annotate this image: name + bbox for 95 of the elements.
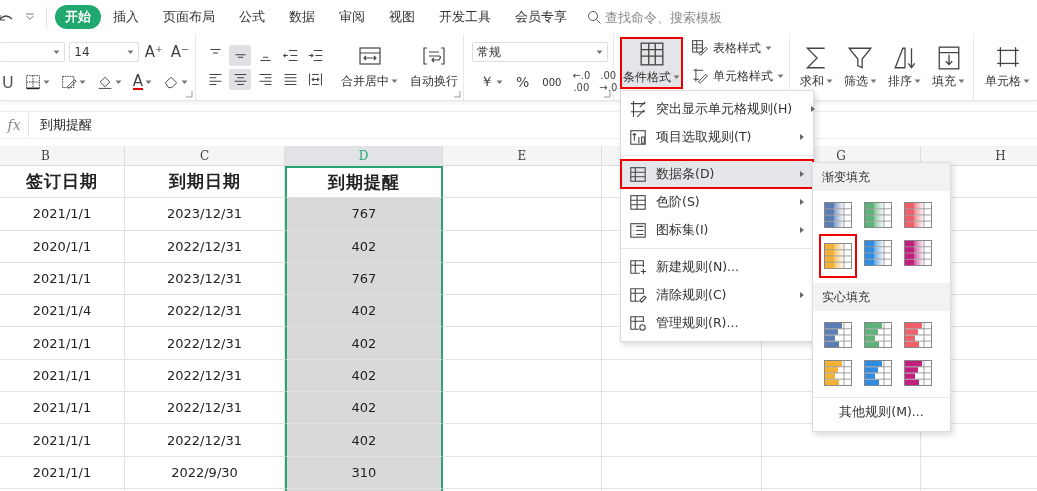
top-ten-icon (629, 128, 647, 146)
table-cell: 2021/1/1 (0, 327, 125, 360)
table-cell: 767 (285, 198, 443, 231)
table-cell: 2021/1/1 (0, 198, 125, 231)
decrease-decimal-button[interactable]: .00 →.0 (599, 71, 618, 93)
thousands-button[interactable]: 000 (540, 74, 564, 90)
table-cell: 402 (285, 359, 443, 393)
caret-icon (596, 49, 603, 55)
new-rule-icon (629, 258, 647, 276)
underline-button[interactable]: U (0, 70, 16, 94)
ribbon-tab[interactable]: 插入 (101, 5, 151, 29)
function-label[interactable]: fx (0, 117, 28, 133)
table-cell: 2021/1/1 (0, 262, 125, 296)
ribbon-tab[interactable]: 开发工具 (427, 5, 503, 29)
caret-icon (53, 49, 61, 55)
table-cell: 402 (285, 230, 443, 263)
column-header[interactable]: E (443, 146, 602, 166)
caret-icon (114, 79, 122, 85)
column-header[interactable]: B (0, 146, 125, 166)
table-cell: 402 (285, 392, 443, 425)
ribbon-tab[interactable]: 数据 (277, 5, 327, 29)
table-cell: 2021/1/1 (0, 359, 125, 393)
caret-icon (391, 79, 398, 84)
number-format-select[interactable]: 常规 (472, 42, 608, 62)
table-cell: 2021/1/1 (0, 392, 125, 425)
border-icon[interactable] (24, 74, 41, 90)
section-title: 实心填充 (822, 288, 870, 306)
section-title: 渐变填充 (822, 168, 870, 186)
column-title: 到期提醒 (285, 166, 443, 199)
color-scale-icon (629, 193, 647, 211)
merge-cells-icon (357, 45, 382, 67)
grid-icon (638, 41, 665, 67)
data-bar-icon (629, 165, 647, 183)
wrap-text-icon (422, 45, 446, 67)
ribbon-button[interactable]: 单元格样式 (689, 65, 786, 87)
table-cell: 310 (285, 456, 443, 489)
table-brush-icon (691, 39, 709, 57)
caret-icon (496, 79, 503, 85)
caret-icon (42, 79, 50, 85)
ribbon-button[interactable]: 条件格式 (620, 37, 683, 89)
table-cell: 402 (285, 327, 443, 360)
menu-item[interactable]: 色阶(S) (621, 188, 813, 216)
ribbon-tab[interactable]: 视图 (377, 5, 427, 29)
table-cell: 2020/1/1 (0, 230, 125, 263)
ribbon-button[interactable]: 填充 (929, 41, 969, 93)
ribbon-button[interactable]: 筛选 (840, 41, 880, 93)
font-size-select[interactable]: 14 (69, 42, 139, 62)
table-cell: 2021/1/1 (0, 456, 125, 489)
font-color-button[interactable]: A (130, 72, 154, 92)
shrink-font-button[interactable]: A⁻ (168, 42, 191, 62)
manage-rule-icon (629, 314, 647, 332)
menu-item[interactable]: 新建规则(N)... (621, 253, 813, 281)
data-bar-swatch[interactable] (821, 236, 855, 276)
caret-icon (126, 49, 134, 55)
cell-brush-icon (691, 67, 709, 85)
funnel-icon (847, 45, 874, 71)
ribbon-tab[interactable]: 审阅 (327, 5, 377, 29)
column-header[interactable]: H (921, 146, 1037, 166)
wrap-text-button[interactable]: 自动换行 (407, 41, 461, 93)
clear-rule-icon (629, 286, 647, 304)
ribbon-button[interactable]: 排序 (885, 41, 925, 93)
column-header[interactable]: C (125, 146, 285, 166)
increase-decimal-button[interactable]: ←.0 .00 (572, 71, 591, 93)
eraser-icon[interactable] (163, 74, 179, 90)
caret-icon (145, 79, 152, 85)
ribbon-button[interactable]: 表格样式 (689, 37, 786, 59)
table-cell: 402 (285, 424, 443, 457)
column-title: 签订日期 (0, 166, 125, 199)
menu-item[interactable]: 图标集(I) (621, 216, 813, 244)
currency-button[interactable]: ￥ (478, 71, 505, 93)
redo-icon[interactable] (0, 12, 14, 22)
not-equal-icon (629, 100, 647, 118)
table-cell: 2021/1/1 (0, 424, 125, 457)
table-cell: 2021/1/4 (0, 295, 125, 328)
ribbon-tab[interactable]: 页面布局 (151, 5, 227, 29)
percent-button[interactable]: % (514, 72, 532, 92)
menu-item[interactable]: 管理规则(R)... (621, 309, 813, 337)
search-icon (587, 9, 602, 25)
ribbon-button[interactable]: 求和 (796, 41, 836, 93)
table-cell: 767 (285, 262, 443, 296)
caret-icon (78, 79, 86, 85)
grow-font-button[interactable]: A⁺ (142, 42, 165, 62)
ribbon-tab[interactable]: 公式 (227, 5, 277, 29)
menu-item[interactable]: 清除规则(C) (621, 281, 813, 309)
paint-bucket-icon[interactable] (96, 74, 113, 90)
ribbon-tab[interactable]: 会员专享 (503, 5, 579, 29)
search-field[interactable]: 查找命令、搜索模板 (587, 9, 745, 25)
caret-icon (181, 79, 188, 85)
merge-center-button[interactable]: 合并居中 (338, 41, 401, 93)
ribbon-button[interactable]: 单元格 (982, 41, 1033, 93)
menu-item[interactable]: 数据条(D) (621, 160, 813, 188)
more-rules-item[interactable]: 其他规则(M)... (813, 397, 950, 427)
table-cell: 402 (285, 295, 443, 328)
icon-set-icon (629, 221, 647, 239)
cell-fill-icon[interactable] (60, 74, 77, 90)
